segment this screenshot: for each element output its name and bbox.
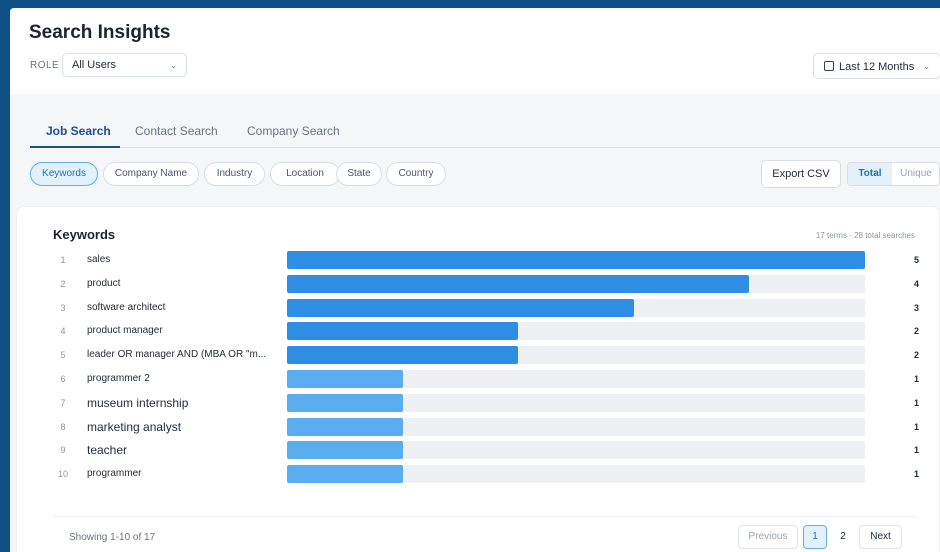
keyword-count: 1: [913, 469, 919, 480]
keyword-label: teacher: [87, 443, 128, 458]
page-title: Search Insights: [29, 22, 171, 43]
keyword-rank: 9: [60, 445, 66, 456]
page-1-button[interactable]: 1: [803, 525, 827, 549]
keyword-rank: 2: [60, 278, 66, 289]
keyword-bar: [287, 346, 519, 365]
date-range-select[interactable]: Last 12 Months ⌄: [813, 53, 940, 79]
keyword-row: 9 teacher 1: [17, 441, 940, 461]
keyword-bar: [287, 298, 634, 317]
tab-job-search[interactable]: Job Search: [46, 124, 111, 138]
keyword-label: leader OR manager AND (MBA OR "m...: [87, 349, 267, 361]
keyword-label: programmer: [87, 468, 142, 480]
keywords-card: Keywords 17 terms · 28 total searches 1 s…: [16, 206, 940, 552]
total-unique-toggle: Total Unique: [847, 162, 940, 186]
keyword-count: 5: [913, 255, 919, 265]
keyword-row: 7 museum internship 1: [17, 393, 940, 414]
keyword-bar: [287, 393, 403, 412]
filter-chip-company-name[interactable]: Company Name: [103, 162, 199, 186]
bar-track: [287, 322, 865, 341]
keyword-rank: 8: [60, 421, 66, 432]
role-select[interactable]: All Users ⌄: [62, 53, 187, 77]
keyword-rank: 3: [60, 302, 66, 313]
page-header: Search Insights ROLE All Users ⌄ Last 12…: [10, 8, 940, 94]
keyword-count: 2: [913, 326, 919, 337]
keyword-label: museum internship: [87, 395, 189, 410]
bar-track: [287, 346, 865, 365]
chevron-down-icon: ⌄: [170, 61, 177, 70]
keyword-row: 6 programmer 2 1: [17, 370, 940, 390]
keyword-bar: [287, 322, 519, 341]
keyword-row: 8 marketing analyst 1: [17, 417, 940, 438]
keyword-bar: [287, 370, 403, 388]
keyword-bar: [287, 417, 403, 436]
divider: [53, 516, 917, 517]
keyword-row: 3 software architect 3: [17, 298, 940, 319]
page-2-button[interactable]: 2: [832, 525, 854, 549]
keyword-rank: 1: [60, 255, 66, 265]
keyword-row: 1 sales 5: [17, 251, 940, 271]
keyword-row: 2 product 4: [17, 274, 940, 295]
previous-page-button[interactable]: Previous: [738, 525, 798, 549]
keyword-rank: 6: [60, 374, 66, 384]
card-meta: 17 terms · 28 total searches: [815, 231, 915, 240]
keyword-label: programmer 2: [87, 373, 150, 384]
app-window: Search Insights ROLE All Users ⌄ Last 12…: [10, 8, 940, 552]
bar-track: [287, 465, 865, 484]
keyword-label: product manager: [87, 325, 163, 337]
keyword-bar: [287, 441, 403, 460]
filter-chip-country[interactable]: Country: [386, 162, 446, 186]
bar-track: [287, 393, 865, 412]
keyword-row: 10 programmer 1: [17, 465, 940, 485]
next-page-button[interactable]: Next: [859, 525, 902, 549]
keyword-count: 1: [913, 445, 919, 456]
keyword-rank: 10: [57, 469, 68, 480]
date-range-value: Last 12 Months: [839, 61, 915, 73]
keyword-label: product: [87, 277, 121, 289]
keyword-row: 5 leader OR manager AND (MBA OR "m... 2: [17, 346, 940, 366]
keyword-count: 1: [913, 421, 919, 432]
filter-chip-state[interactable]: State: [336, 162, 382, 186]
bar-track: [287, 274, 865, 293]
keyword-row: 4 product manager 2: [17, 322, 940, 342]
calendar-icon: [824, 61, 834, 71]
pagination-summary: Showing 1-10 of 17: [69, 532, 156, 543]
role-label: ROLE: [30, 60, 60, 71]
keyword-bar: [287, 251, 865, 269]
keyword-label: marketing analyst: [87, 419, 182, 434]
filter-chip-keywords[interactable]: Keywords: [30, 162, 98, 186]
keyword-label: software architect: [87, 301, 166, 313]
keyword-bar: [287, 274, 750, 293]
bar-track: [287, 417, 865, 436]
keyword-count: 3: [913, 302, 919, 313]
export-csv-button[interactable]: Export CSV: [761, 160, 841, 188]
keyword-count: 1: [913, 374, 919, 384]
bar-track: [287, 298, 865, 317]
active-tab-indicator: [30, 146, 120, 148]
keyword-count: 1: [913, 397, 919, 408]
role-select-value: All Users: [72, 59, 117, 71]
keyword-bar: [287, 465, 403, 484]
filter-chip-industry[interactable]: Industry: [204, 162, 265, 186]
keyword-rank: 4: [60, 326, 66, 337]
keyword-rank: 5: [60, 350, 66, 361]
tab-contact-search[interactable]: Contact Search: [135, 124, 218, 138]
bar-track: [287, 370, 865, 388]
bar-track: [287, 251, 865, 269]
tab-company-search[interactable]: Company Search: [247, 124, 340, 138]
keyword-label: sales: [87, 254, 111, 265]
filter-chip-location[interactable]: Location: [270, 162, 340, 186]
card-title: Keywords: [53, 227, 116, 242]
keyword-count: 4: [913, 278, 919, 289]
toggle-unique[interactable]: Unique: [892, 163, 939, 185]
search-type-tabs: Job Search Contact Search Company Search: [30, 116, 940, 148]
toggle-total[interactable]: Total: [848, 163, 892, 185]
bar-track: [287, 441, 865, 460]
chevron-down-icon: ⌄: [923, 62, 930, 71]
main-content: Job Search Contact Search Company Search…: [10, 94, 940, 552]
keyword-count: 2: [913, 350, 919, 361]
keyword-rank: 7: [60, 397, 66, 408]
